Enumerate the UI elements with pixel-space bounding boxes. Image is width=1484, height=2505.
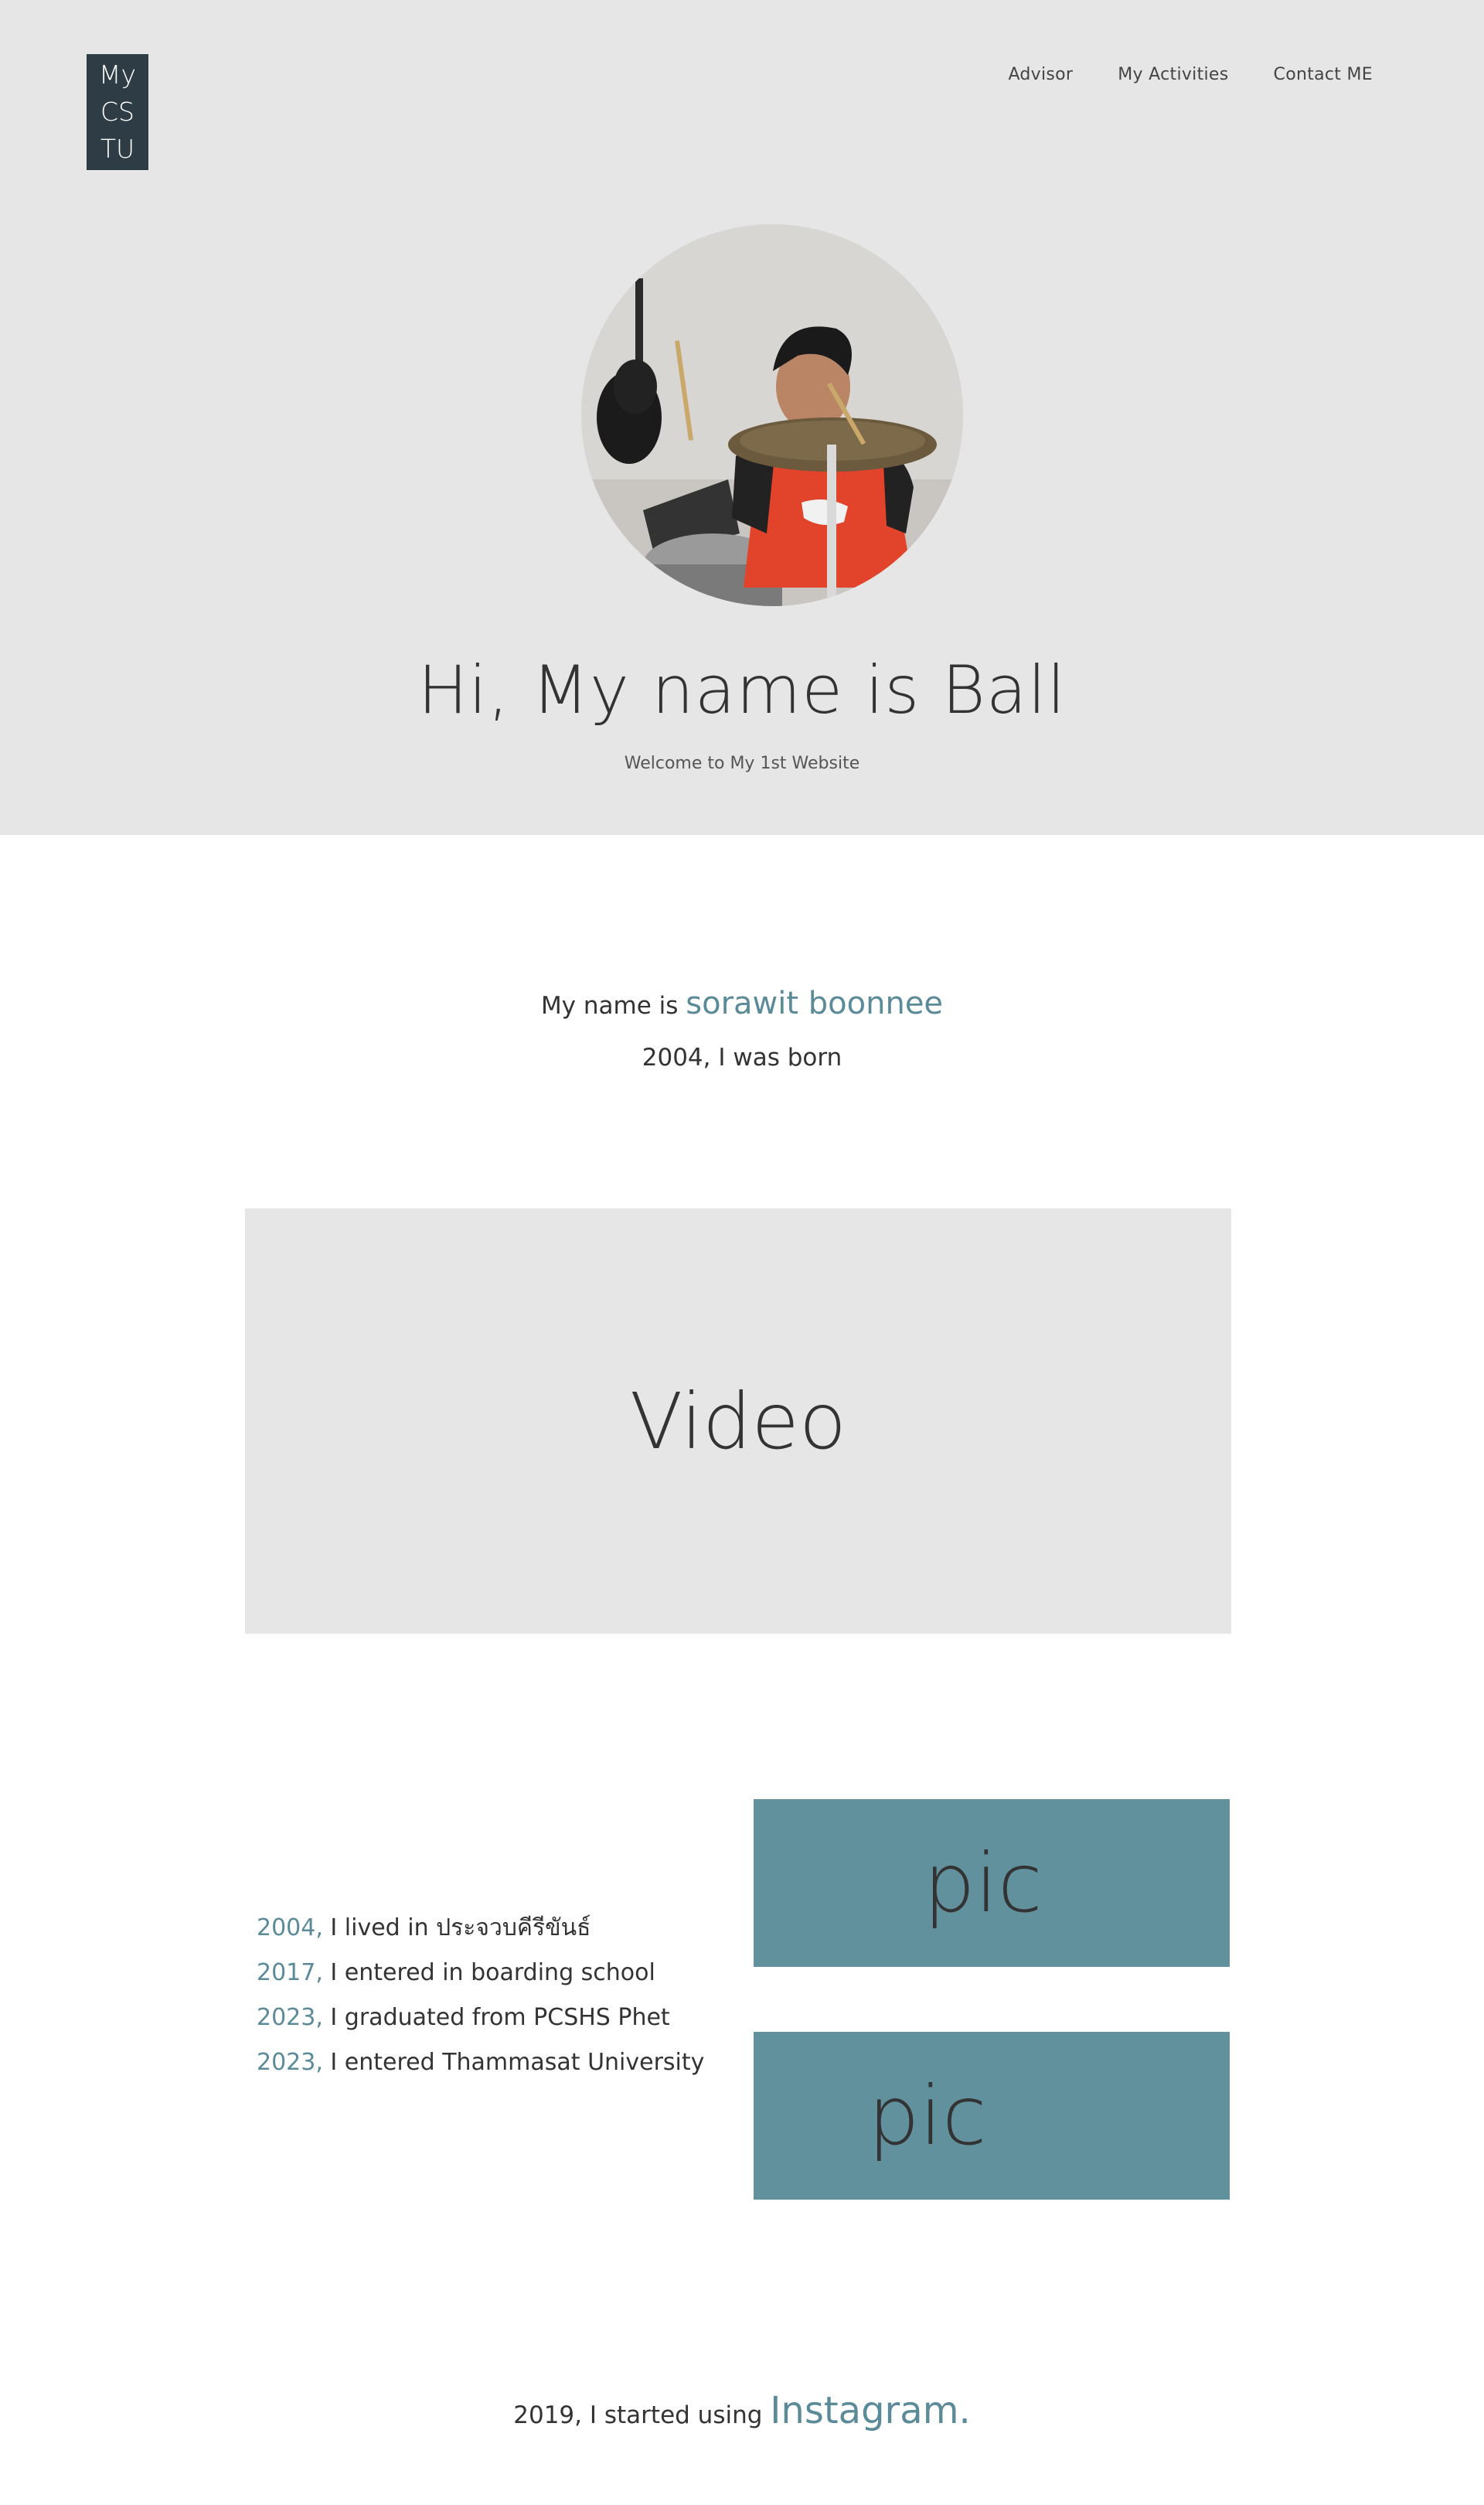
video-label: Video xyxy=(629,1375,847,1467)
timeline-text: I entered in boarding school xyxy=(330,1959,655,1986)
nav-contact-link[interactable]: Contact ME xyxy=(1274,65,1373,84)
instagram-line: 2019, I started using Instagram. xyxy=(0,2389,1484,2432)
site-logo[interactable]: My CS TU xyxy=(87,54,148,170)
timeline-item: 2004, I lived in ประจวบคีรีขันธ์ xyxy=(257,1906,736,1951)
intro-name-line: My name is sorawit boonnee xyxy=(0,986,1484,1021)
pic-label: pic xyxy=(868,2068,987,2163)
timeline-list: 2004, I lived in ประจวบคีรีขันธ์ 2017, I… xyxy=(257,1906,736,2085)
profile-photo-illustration xyxy=(581,224,963,606)
pic-label: pic xyxy=(924,1835,1043,1931)
nav-activities-link[interactable]: My Activities xyxy=(1118,65,1228,84)
timeline-year: 2023, xyxy=(257,2004,331,2031)
timeline-year: 2023, xyxy=(257,2049,331,2076)
nav-advisor-link[interactable]: Advisor xyxy=(1008,65,1073,84)
instagram-link[interactable]: Instagram. xyxy=(770,2389,970,2432)
timeline-year: 2004, xyxy=(257,1914,331,1941)
main-nav: Advisor My Activities Contact ME xyxy=(1008,65,1373,84)
intro-name: sorawit boonnee xyxy=(686,986,944,1021)
hero-section: My CS TU Advisor My Activities Contact M… xyxy=(0,0,1484,835)
timeline-text: I lived in ประจวบคีรีขันธ์ xyxy=(330,1914,591,1941)
timeline-text: I entered Thammasat University xyxy=(330,2049,705,2076)
pic-placeholder-1: pic xyxy=(754,1799,1230,1967)
hero-title: Hi, My name is Ball xyxy=(417,652,1067,729)
timeline-item: 2023, I entered Thammasat University xyxy=(257,2040,736,2085)
intro-born-line: 2004, I was born xyxy=(642,1044,842,1072)
logo-line: TU xyxy=(100,134,135,164)
hero-subtitle: Welcome to My 1st Website xyxy=(624,754,860,773)
instagram-prefix: 2019, I started using xyxy=(513,2401,771,2429)
timeline-year: 2017, xyxy=(257,1959,331,1986)
pic-placeholder-2: pic xyxy=(754,2032,1230,2200)
timeline-text: I graduated from PCSHS Phet xyxy=(330,2004,670,2031)
video-placeholder[interactable]: Video xyxy=(245,1208,1231,1634)
logo-line: My xyxy=(98,60,136,90)
profile-photo xyxy=(581,224,963,606)
timeline-item: 2023, I graduated from PCSHS Phet xyxy=(257,1995,736,2040)
intro-name-prefix: My name is xyxy=(540,992,686,1020)
logo-line: CS xyxy=(100,97,134,127)
timeline-item: 2017, I entered in boarding school xyxy=(257,1951,736,1995)
